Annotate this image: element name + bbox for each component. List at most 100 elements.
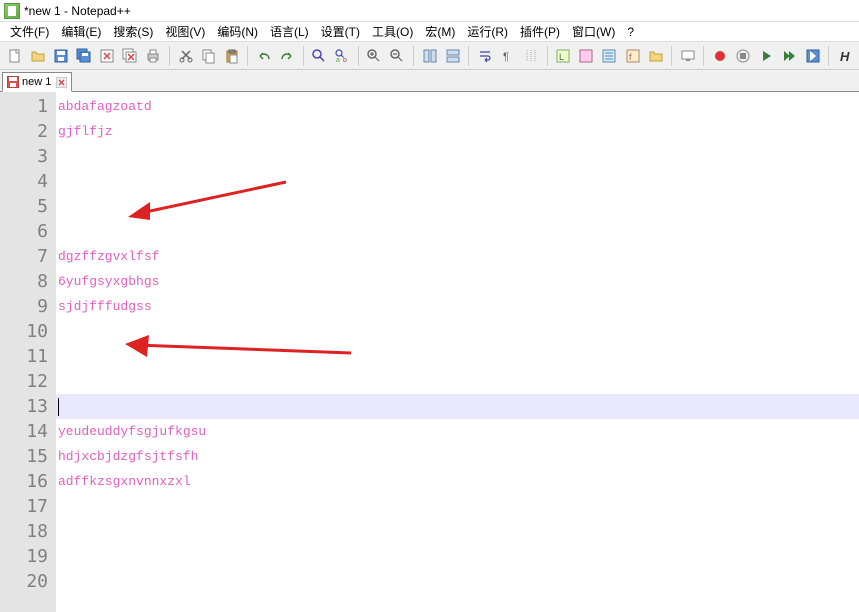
toolbar-separator	[468, 46, 469, 66]
menu-item-2[interactable]: 搜索(S)	[107, 21, 159, 42]
toolbar: ba ¶ L f H	[0, 42, 859, 70]
code-line[interactable]: hdjxcbjdzgfsjtfsfh	[56, 444, 859, 469]
close-all-button[interactable]	[120, 45, 141, 67]
code-line[interactable]	[56, 569, 859, 594]
lang-button[interactable]: L	[553, 45, 574, 67]
tab-label: new 1	[22, 76, 51, 88]
menu-item-10[interactable]: 插件(P)	[514, 21, 566, 42]
tab-close-button[interactable]	[56, 77, 67, 88]
toolbar-separator	[828, 46, 829, 66]
monitor-button[interactable]	[677, 45, 698, 67]
tab-bar: new 1	[0, 70, 859, 92]
code-line[interactable]: dgzffzgvxlfsf	[56, 244, 859, 269]
svg-text:a: a	[336, 57, 340, 64]
line-number: 14	[0, 419, 56, 444]
menu-item-3[interactable]: 视图(V)	[159, 21, 211, 42]
code-line[interactable]: abdafagzoatd	[56, 94, 859, 119]
code-line[interactable]	[56, 169, 859, 194]
menu-item-7[interactable]: 工具(O)	[366, 21, 419, 42]
zoom-out-button[interactable]	[387, 45, 408, 67]
code-line[interactable]: gjflfjz	[56, 119, 859, 144]
sync-h-button[interactable]	[442, 45, 463, 67]
play-multi-button[interactable]	[779, 45, 800, 67]
svg-text:L: L	[559, 52, 564, 62]
close-button[interactable]	[97, 45, 118, 67]
code-line[interactable]	[56, 144, 859, 169]
zoom-in-button[interactable]	[364, 45, 385, 67]
line-number: 2	[0, 119, 56, 144]
code-line[interactable]: sjdjfffudgss	[56, 294, 859, 319]
stop-button[interactable]	[733, 45, 754, 67]
svg-text:b: b	[343, 57, 347, 64]
record-button[interactable]	[709, 45, 730, 67]
menu-item-0[interactable]: 文件(F)	[4, 21, 55, 42]
replace-button[interactable]: ba	[332, 45, 353, 67]
toolbar-separator	[413, 46, 414, 66]
paste-button[interactable]	[221, 45, 242, 67]
indent-guide-button[interactable]	[521, 45, 542, 67]
code-line[interactable]	[56, 344, 859, 369]
menu-item-9[interactable]: 运行(R)	[461, 21, 514, 42]
code-area[interactable]: abdafagzoatdgjflfjz dgzffzgvxlfsf6yufgsyx…	[56, 92, 859, 612]
cut-button[interactable]	[175, 45, 196, 67]
redo-button[interactable]	[276, 45, 297, 67]
save-macro-button[interactable]	[802, 45, 823, 67]
line-number: 13	[0, 394, 56, 419]
toolbar-separator	[247, 46, 248, 66]
line-number: 18	[0, 519, 56, 544]
code-line[interactable]: 6yufgsyxgbhgs	[56, 269, 859, 294]
new-file-button[interactable]	[4, 45, 25, 67]
menu-item-8[interactable]: 宏(M)	[419, 21, 461, 42]
print-button[interactable]	[143, 45, 164, 67]
code-line[interactable]	[56, 494, 859, 519]
line-number: 19	[0, 544, 56, 569]
title-bar: *new 1 - Notepad++	[0, 0, 859, 22]
menu-item-4[interactable]: 编码(N)	[211, 21, 264, 42]
menu-item-11[interactable]: 窗口(W)	[566, 21, 621, 42]
save-button[interactable]	[50, 45, 71, 67]
toolbar-separator	[169, 46, 170, 66]
code-line[interactable]	[56, 194, 859, 219]
wordwrap-button[interactable]	[474, 45, 495, 67]
line-number: 8	[0, 269, 56, 294]
line-number: 12	[0, 369, 56, 394]
code-line[interactable]: adffkzsgxnvnnxzxl	[56, 469, 859, 494]
find-button[interactable]	[309, 45, 330, 67]
save-all-button[interactable]	[73, 45, 94, 67]
func-list-button[interactable]: f	[622, 45, 643, 67]
bold-text-button[interactable]: H	[834, 45, 855, 67]
line-number: 17	[0, 494, 56, 519]
doc-list-button[interactable]	[599, 45, 620, 67]
line-number: 11	[0, 344, 56, 369]
line-number: 4	[0, 169, 56, 194]
menu-item-1[interactable]: 编辑(E)	[55, 21, 107, 42]
open-file-button[interactable]	[27, 45, 48, 67]
sync-v-button[interactable]	[419, 45, 440, 67]
svg-text:¶: ¶	[503, 51, 509, 63]
line-number: 10	[0, 319, 56, 344]
editor-area[interactable]: 1234567891011121314151617181920 abdafagz…	[0, 92, 859, 612]
tab-new-1[interactable]: new 1	[2, 72, 72, 92]
play-button[interactable]	[756, 45, 777, 67]
code-line[interactable]	[56, 544, 859, 569]
code-line[interactable]	[56, 219, 859, 244]
undo-button[interactable]	[253, 45, 274, 67]
line-number: 15	[0, 444, 56, 469]
copy-button[interactable]	[198, 45, 219, 67]
code-line[interactable]: yeudeuddyfsgjufkgsu	[56, 419, 859, 444]
toolbar-separator	[671, 46, 672, 66]
code-line[interactable]	[56, 519, 859, 544]
line-number-gutter: 1234567891011121314151617181920	[0, 92, 56, 612]
menu-item-6[interactable]: 设置(T)	[315, 21, 366, 42]
code-line[interactable]	[56, 319, 859, 344]
allchars-button[interactable]: ¶	[497, 45, 518, 67]
code-line[interactable]	[56, 369, 859, 394]
unsaved-icon	[7, 76, 19, 88]
menu-item-5[interactable]: 语言(L)	[264, 21, 315, 42]
line-number: 20	[0, 569, 56, 594]
code-line[interactable]	[56, 394, 859, 419]
folder-button[interactable]	[645, 45, 666, 67]
menu-item-12[interactable]: ?	[621, 23, 640, 41]
doc-map-button[interactable]	[576, 45, 597, 67]
svg-text:H: H	[840, 49, 850, 64]
